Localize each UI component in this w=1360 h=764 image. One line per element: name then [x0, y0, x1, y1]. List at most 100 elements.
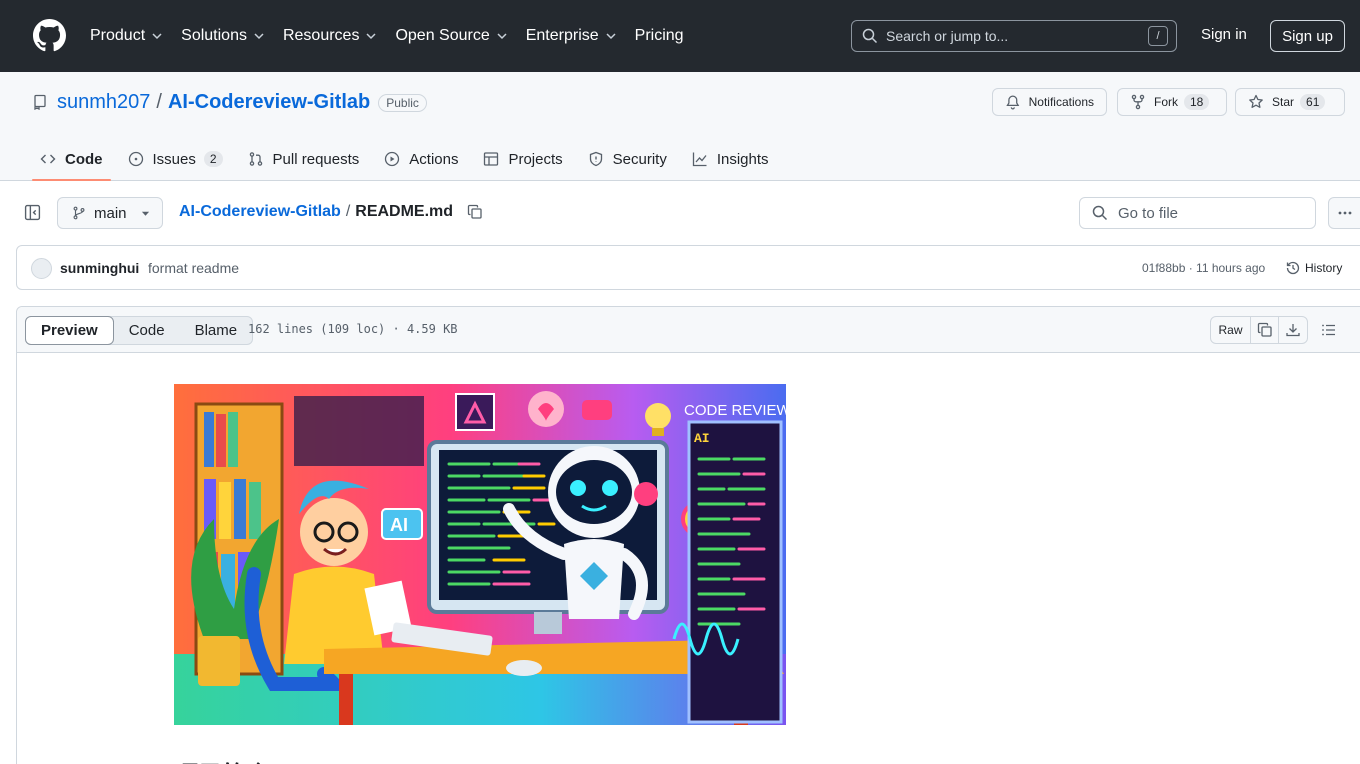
issue-icon: [128, 151, 143, 167]
fork-label: Fork: [1154, 95, 1178, 109]
star-label: Star: [1272, 95, 1295, 109]
branch-icon: [73, 206, 85, 220]
download-button[interactable]: [1279, 317, 1307, 343]
shield-icon: [589, 151, 602, 167]
star-count: 61: [1300, 94, 1326, 110]
repo-owner-link[interactable]: sunmh207: [57, 91, 150, 114]
nav-label: Enterprise: [525, 27, 599, 44]
history-label: History: [1305, 261, 1343, 275]
chevron-down-icon: [254, 33, 264, 40]
tab-label: Code: [65, 150, 103, 168]
visibility-badge: Public: [378, 93, 427, 112]
kebab-horizontal-icon: [1338, 211, 1352, 215]
repo-tabs: Code Issues 2 Pull requests Actions Proj…: [32, 139, 786, 181]
view-mode-switcher: Preview Code Blame: [25, 315, 254, 345]
raw-button[interactable]: Raw: [1211, 317, 1251, 343]
pull-request-icon: [249, 152, 262, 166]
go-to-file-input[interactable]: Go to file: [1079, 197, 1316, 229]
global-header: Product Solutions Resources Open Source …: [0, 0, 1360, 72]
tab-label: Actions: [409, 150, 459, 168]
tab-label: Projects: [508, 150, 563, 168]
nav-label: Product: [90, 27, 146, 44]
sign-up-button[interactable]: Sign up: [1270, 20, 1345, 52]
nav-label: Solutions: [181, 27, 247, 44]
main-nav: Product Solutions Resources Open Source …: [90, 0, 702, 72]
tab-actions[interactable]: Actions: [376, 139, 466, 179]
search-icon: [1092, 205, 1108, 221]
code-icon: [40, 154, 56, 164]
nav-product[interactable]: Product: [90, 27, 163, 45]
breadcrumb-separator: /: [345, 203, 351, 220]
file-info: 162 lines (109 loc) · 4.59 KB: [248, 322, 458, 336]
star-button[interactable]: Star 61: [1235, 88, 1345, 116]
play-icon: [385, 151, 400, 167]
download-icon: [1286, 324, 1300, 337]
more-options-button[interactable]: [1328, 197, 1360, 229]
chevron-down-icon: [606, 33, 616, 40]
star-icon: [1249, 94, 1263, 108]
notifications-button[interactable]: Notifications: [992, 88, 1107, 116]
breadcrumb-file: README.md: [355, 203, 454, 220]
copy-path-icon[interactable]: [467, 204, 483, 220]
readme-heading: 项目简介: [174, 755, 270, 764]
commit-message[interactable]: format readme: [148, 260, 239, 276]
tab-projects[interactable]: Projects: [475, 139, 570, 179]
tab-pull-requests[interactable]: Pull requests: [240, 139, 368, 179]
copy-raw-button[interactable]: [1251, 317, 1279, 343]
github-logo-icon[interactable]: [33, 19, 66, 52]
nav-open-source[interactable]: Open Source: [395, 27, 507, 45]
sign-in-link[interactable]: Sign in: [1201, 26, 1247, 43]
repo-title-separator: /: [156, 91, 162, 113]
chevron-down-icon: [497, 33, 507, 40]
history-icon: [1286, 261, 1300, 275]
repo-name-link[interactable]: AI-Codereview-Gitlab: [168, 91, 370, 114]
chevron-down-icon: [152, 33, 162, 40]
breadcrumb: AI-Codereview-Gitlab / README.md: [179, 203, 483, 221]
tab-security[interactable]: Security: [580, 139, 675, 179]
nav-resources[interactable]: Resources: [283, 27, 377, 45]
fork-button[interactable]: Fork 18: [1117, 88, 1227, 116]
breadcrumb-repo-link[interactable]: AI-Codereview-Gitlab: [179, 203, 341, 221]
tab-label: Security: [612, 150, 667, 168]
search-placeholder: Search or jump to...: [886, 28, 1009, 44]
latest-commit-bar: sunminghui format readme 01f88bb · 11 ho…: [16, 245, 1360, 290]
search-input[interactable]: Search or jump to... /: [851, 20, 1177, 52]
tab-code[interactable]: Code: [32, 139, 111, 181]
file-actions: Raw: [1210, 316, 1308, 344]
hero-code-review-text: CODE REVIEW: [684, 402, 786, 419]
avatar[interactable]: [31, 258, 52, 279]
hero-panel-ai-text: AI: [694, 431, 710, 446]
list-outline-icon[interactable]: [1321, 322, 1337, 338]
issues-count: 2: [203, 151, 223, 167]
nav-pricing[interactable]: Pricing: [635, 27, 684, 45]
repo-title: sunmh207 / AI-Codereview-Gitlab Public: [57, 91, 427, 114]
branch-selector[interactable]: main: [57, 197, 163, 229]
commit-author[interactable]: sunminghui: [60, 260, 139, 276]
nav-label: Open Source: [395, 27, 490, 44]
nav-enterprise[interactable]: Enterprise: [526, 27, 617, 45]
branch-name: main: [94, 204, 127, 222]
sidebar-toggle-icon[interactable]: [24, 204, 41, 221]
fork-icon: [1131, 94, 1145, 110]
go-to-file-placeholder: Go to file: [1118, 204, 1179, 222]
history-button[interactable]: History: [1285, 260, 1342, 276]
view-code-button[interactable]: Code: [114, 317, 180, 344]
chevron-down-icon: [366, 33, 376, 40]
notifications-label: Notifications: [1028, 95, 1094, 109]
tab-insights[interactable]: Insights: [684, 139, 777, 179]
commit-meta[interactable]: 01f88bb · 11 hours ago: [1142, 261, 1265, 275]
caret-down-icon: [141, 211, 149, 216]
tab-issues[interactable]: Issues 2: [120, 139, 231, 179]
search-icon: [862, 28, 878, 44]
graph-icon: [692, 152, 707, 167]
nav-label: Pricing: [634, 27, 684, 44]
hero-ai-badge-text: AI: [390, 515, 408, 535]
file-viewer: Preview Code Blame 162 lines (109 loc) ·…: [16, 306, 1360, 764]
nav-solutions[interactable]: Solutions: [181, 27, 265, 45]
tab-label: Issues: [152, 150, 196, 168]
file-viewer-header: Preview Code Blame 162 lines (109 loc) ·…: [17, 307, 1360, 353]
tab-label: Pull requests: [272, 150, 360, 168]
view-preview-button[interactable]: Preview: [25, 315, 114, 345]
repo-icon: [34, 94, 46, 110]
view-blame-button[interactable]: Blame: [180, 317, 253, 344]
